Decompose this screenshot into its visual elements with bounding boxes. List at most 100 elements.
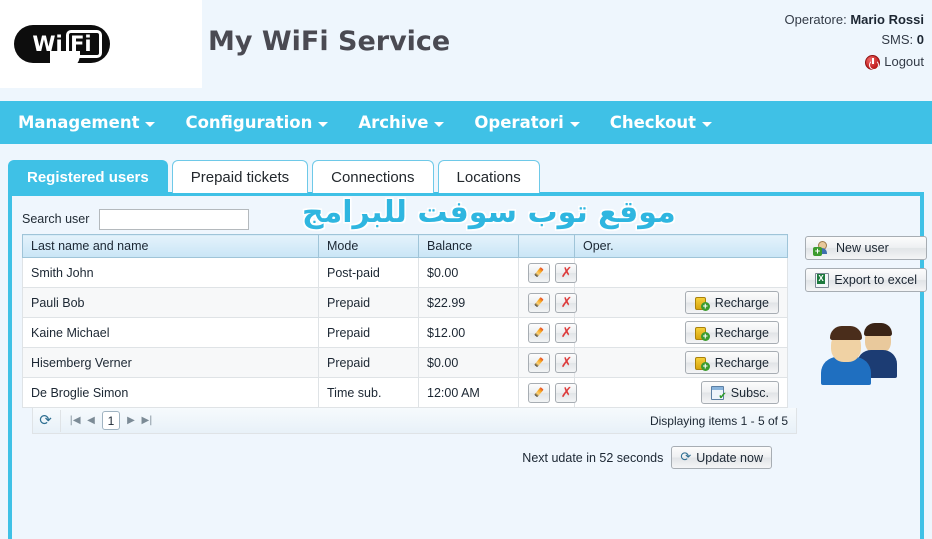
edit-button[interactable] — [528, 322, 550, 343]
new-user-label: New user — [836, 241, 889, 255]
delete-button[interactable]: ✗ — [555, 352, 578, 373]
page-header: Wi Fi My WiFi Service Operatore: Mario R… — [0, 0, 932, 101]
subscription-label: Subsc. — [730, 385, 769, 400]
wifi-logo-icon: Wi Fi — [14, 25, 110, 63]
logo-container: Wi Fi — [0, 0, 202, 88]
logout-link[interactable]: Logout — [785, 52, 924, 72]
edit-button[interactable] — [528, 352, 550, 373]
tab-locations[interactable]: Locations — [437, 160, 540, 193]
users-table-container: Last name and name Mode Balance Oper. Sm… — [22, 234, 797, 434]
content-panel-wrapper: Registered users Prepaid tickets Connect… — [8, 160, 927, 539]
tab-prepaid-tickets[interactable]: Prepaid tickets — [171, 160, 309, 193]
wifi-signal-arcs-icon — [114, 0, 198, 88]
logout-label: Logout — [884, 54, 924, 69]
user-add-icon: + — [813, 241, 830, 256]
coin-add-icon — [694, 296, 710, 311]
delete-button[interactable]: ✗ — [555, 292, 578, 313]
registered-users-panel: Search user موقع توب سوفت للبرامج Last n… — [8, 192, 927, 539]
nav-item-checkout[interactable]: Checkout — [610, 113, 713, 132]
nav-item-management[interactable]: Management — [18, 113, 156, 132]
cell-actions: ✗ — [518, 257, 578, 288]
update-now-button[interactable]: ⟳ Update now — [671, 446, 772, 469]
operator-line: Operatore: Mario Rossi — [785, 10, 924, 30]
cell-mode: Prepaid — [318, 317, 419, 348]
tab-registered-users[interactable]: Registered users — [8, 160, 168, 193]
doc-check-icon — [710, 386, 727, 402]
pagination-bar: ⟳ |◀ ◀ 1 ▶ ▶| Displaying items 1 - 5 of … — [32, 408, 797, 434]
delete-button[interactable]: ✗ — [555, 382, 578, 403]
table-header-row: Last name and name Mode Balance Oper. — [22, 234, 788, 258]
previous-page-button[interactable]: ◀ — [83, 412, 99, 430]
column-header-balance: Balance — [418, 234, 519, 258]
auto-update-row: Next udate in 52 seconds ⟳ Update now — [12, 446, 772, 469]
cell-mode: Post-paid — [318, 257, 419, 288]
page-number-1[interactable]: 1 — [102, 411, 120, 430]
nav-item-archive[interactable]: Archive — [358, 113, 445, 132]
table-area: Last name and name Mode Balance Oper. Sm… — [12, 234, 927, 434]
update-countdown-text: Next udate in 52 seconds — [522, 450, 664, 465]
edit-button[interactable] — [528, 382, 550, 403]
recharge-label: Recharge — [714, 295, 769, 310]
recharge-button[interactable]: Recharge — [684, 351, 779, 374]
cell-balance: $22.99 — [418, 287, 519, 318]
search-label: Search user — [22, 212, 90, 226]
excel-icon — [815, 273, 830, 288]
table-row: Hisemberg Verner Prepaid $0.00 ✗ Recharg — [22, 347, 788, 378]
cell-mode: Prepaid — [318, 347, 419, 378]
cell-oper: Recharge — [574, 287, 788, 318]
red-x-delete-icon: ✗ — [560, 294, 573, 311]
export-to-excel-button[interactable]: Export to excel — [805, 268, 927, 292]
cell-name: Smith John — [22, 257, 319, 288]
cell-actions: ✗ — [518, 287, 578, 318]
sms-label: SMS: — [881, 32, 914, 47]
column-header-name: Last name and name — [22, 234, 319, 258]
nav-item-operatori[interactable]: Operatori — [474, 113, 580, 132]
cell-balance: $12.00 — [418, 317, 519, 348]
plus-badge-icon: + — [813, 246, 822, 256]
next-page-button[interactable]: ▶ — [123, 412, 139, 430]
wifi-logo-text: Wi Fi — [32, 32, 92, 56]
users-table: Last name and name Mode Balance Oper. Sm… — [22, 234, 788, 408]
app-title: My WiFi Service — [208, 26, 451, 57]
cell-mode: Prepaid — [318, 287, 419, 318]
red-x-delete-icon: ✗ — [560, 384, 573, 401]
cell-oper — [574, 257, 788, 288]
delete-button[interactable]: ✗ — [555, 322, 578, 343]
pager-divider — [60, 409, 61, 432]
cell-name: Hisemberg Verner — [22, 347, 319, 378]
site-watermark: موقع توب سوفت للبرامج — [302, 195, 676, 230]
cell-mode: Time sub. — [318, 377, 419, 408]
nav-item-configuration[interactable]: Configuration — [185, 113, 329, 132]
cell-oper: Subsc. — [574, 377, 788, 408]
table-row: Pauli Bob Prepaid $22.99 ✗ Recharge — [22, 287, 788, 318]
nav-label: Archive — [358, 113, 429, 132]
cell-oper: Recharge — [574, 317, 788, 348]
edit-button[interactable] — [528, 262, 550, 283]
new-user-button[interactable]: + New user — [805, 236, 927, 260]
cell-actions: ✗ — [518, 377, 578, 408]
recharge-button[interactable]: Recharge — [684, 291, 779, 314]
refresh-icon: ⟳ — [680, 450, 692, 465]
recharge-button[interactable]: Recharge — [684, 321, 779, 344]
side-actions-column: + New user Export to excel — [805, 234, 927, 434]
chevron-down-icon — [702, 121, 713, 127]
recharge-label: Recharge — [714, 355, 769, 370]
subscription-button[interactable]: Subsc. — [700, 381, 779, 404]
search-row: Search user موقع توب سوفت للبرامج — [12, 195, 920, 234]
refresh-icon[interactable]: ⟳ — [37, 412, 54, 429]
avatar-hair-front — [830, 326, 862, 340]
power-icon — [865, 54, 881, 70]
tab-bar: Registered users Prepaid tickets Connect… — [8, 160, 924, 193]
table-row: Kaine Michael Prepaid $12.00 ✗ Recharge — [22, 317, 788, 348]
export-to-excel-label: Export to excel — [834, 273, 917, 287]
delete-button[interactable]: ✗ — [555, 262, 578, 283]
edit-button[interactable] — [528, 292, 550, 313]
wifi-arc-outer — [120, 2, 192, 86]
last-page-button[interactable]: ▶| — [139, 412, 155, 430]
table-row: De Broglie Simon Time sub. 12:00 AM ✗ Su — [22, 377, 788, 408]
first-page-button[interactable]: |◀ — [67, 412, 83, 430]
search-input[interactable] — [99, 208, 250, 230]
nav-label: Operatori — [474, 113, 564, 132]
sms-line: SMS: 0 — [785, 30, 924, 50]
tab-connections[interactable]: Connections — [312, 160, 434, 193]
